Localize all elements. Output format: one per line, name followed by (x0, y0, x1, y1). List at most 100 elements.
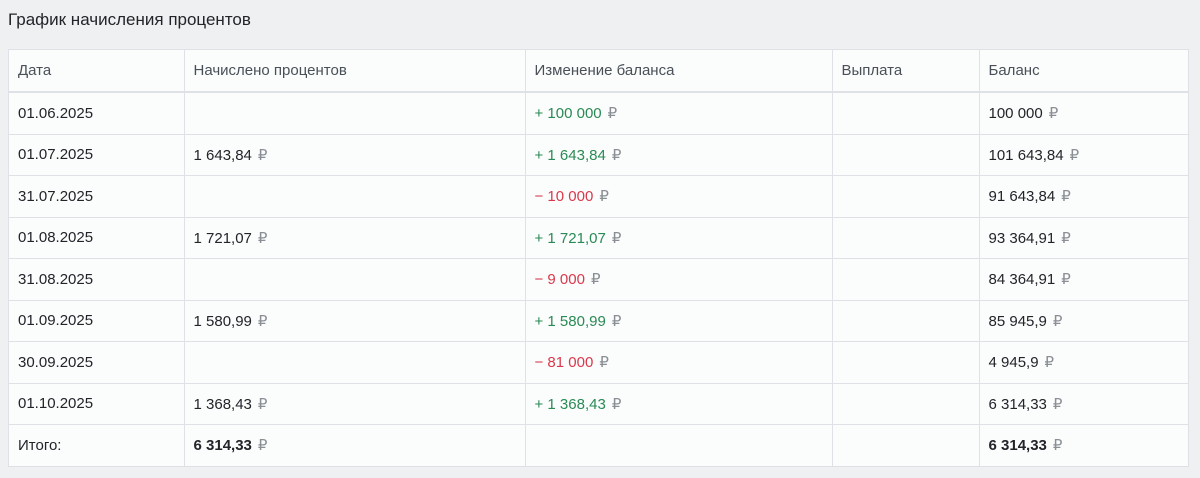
totals-interest-value: 6 314,33 (193, 437, 252, 455)
table-row: 30.09.2025 − 81 000 ₽4 945,9 ₽ (9, 341, 1188, 384)
cell-interest: 1 643,84 ₽ (184, 134, 526, 176)
cell-balance: 85 945,9 ₽ (979, 300, 1188, 342)
column-header-payout[interactable]: Выплата (832, 50, 980, 93)
cell-balance-change-value: − 9 000 (534, 271, 585, 289)
cell-interest (184, 175, 526, 218)
totals-row: Итого: 6 314,33 ₽6 314,33 ₽ (9, 424, 1188, 466)
ruble-icon: ₽ (1052, 395, 1063, 413)
column-header-balance[interactable]: Баланс (979, 50, 1188, 93)
cell-date: 01.09.2025 (9, 300, 185, 342)
cell-interest (184, 92, 526, 135)
cell-balance-change: − 9 000 ₽ (525, 258, 833, 301)
cell-balance-value: 93 364,91 (988, 229, 1056, 247)
page-title: График начисления процентов (8, 10, 251, 29)
table-row: 01.09.2025 1 580,99 ₽ + 1 580,99 ₽85 945,9 ₽ (9, 300, 1188, 342)
cell-balance-change-value: + 1 643,84 (534, 146, 606, 164)
cell-balance-change: + 100 000 ₽ (525, 92, 833, 135)
totals-interest: 6 314,33 ₽ (184, 424, 526, 466)
interest-schedule-table: Дата Начислено процентов Изменение балан… (9, 50, 1188, 466)
cell-date: 31.07.2025 (9, 175, 185, 218)
totals-label: Итого: (9, 424, 185, 466)
table-header: Дата Начислено процентов Изменение балан… (9, 50, 1188, 93)
ruble-icon: ₽ (611, 146, 622, 164)
cell-balance-change-value: − 10 000 (534, 188, 594, 206)
column-header-date[interactable]: Дата (9, 50, 185, 93)
cell-interest: 1 721,07 ₽ (184, 217, 526, 259)
cell-payout (832, 217, 980, 259)
ruble-icon: ₽ (257, 146, 268, 164)
cell-date-value: 01.10.2025 (18, 395, 94, 413)
table-row: 01.07.2025 1 643,84 ₽ + 1 643,84 ₽101 643,84… (9, 134, 1188, 176)
table-row: 01.06.2025 + 100 000 ₽100 000 ₽ (9, 92, 1188, 135)
cell-payout (832, 341, 980, 384)
cell-balance-change: − 81 000 ₽ (525, 341, 833, 384)
interest-schedule-table-container: Дата Начислено процентов Изменение балан… (8, 49, 1189, 467)
cell-interest (184, 341, 526, 384)
cell-payout (832, 383, 980, 425)
cell-balance-value: 101 643,84 (988, 146, 1064, 164)
cell-balance-change: + 1 721,07 ₽ (525, 217, 833, 259)
table-row: 01.08.2025 1 721,07 ₽ + 1 721,07 ₽ 93 364,91 ₽ (9, 217, 1188, 259)
cell-date: 01.06.2025 (9, 92, 185, 135)
cell-balance-change-value: + 100 000 (534, 105, 602, 123)
ruble-icon: ₽ (1044, 354, 1055, 372)
cell-interest: 1 368,43 ₽ (184, 383, 526, 425)
cell-balance-change: + 1 368,43 ₽ (525, 383, 833, 425)
cell-date-value: 31.08.2025 (18, 270, 94, 288)
cell-date: 01.08.2025 (9, 217, 185, 259)
ruble-icon: ₽ (1061, 271, 1071, 289)
ruble-icon: ₽ (611, 312, 622, 330)
cell-date: 31.08.2025 (9, 258, 185, 301)
header-row: Дата Начислено процентов Изменение балан… (9, 50, 1188, 93)
cell-date-value: 01.08.2025 (18, 229, 94, 247)
cell-interest: 1 580,99 ₽ (184, 300, 526, 342)
table-body: 01.06.2025 + 100 000 ₽100 000 ₽01.07.2025 1 … (9, 92, 1188, 466)
cell-interest-value: 1 368,43 (193, 395, 252, 413)
ruble-icon: ₽ (257, 395, 268, 413)
cell-date-value: 01.06.2025 (18, 104, 94, 122)
cell-interest-value: 1 643,84 (193, 146, 252, 164)
column-header-balance-change[interactable]: Изменение баланса (525, 50, 833, 93)
totals-balance: 6 314,33 ₽ (979, 425, 1188, 466)
ruble-icon: ₽ (607, 105, 618, 123)
cell-balance: 93 364,91 ₽ (979, 217, 1188, 259)
ruble-icon: ₽ (599, 354, 609, 372)
cell-date: 01.10.2025 (9, 383, 185, 425)
totals-balance-value: 6 314,33 (988, 437, 1047, 455)
cell-payout (832, 300, 980, 342)
cell-balance: 84 364,91 ₽ (979, 258, 1188, 301)
table-row: 31.08.2025 − 9 000 ₽84 364,91 ₽ (9, 258, 1188, 301)
ruble-icon: ₽ (1048, 105, 1059, 123)
ruble-icon: ₽ (1052, 312, 1063, 330)
cell-payout (832, 258, 980, 301)
cell-payout (832, 134, 980, 176)
cell-balance: 100 000 ₽ (979, 92, 1188, 135)
ruble-icon: ₽ (257, 437, 268, 455)
cell-balance-value: 6 314,33 (988, 395, 1047, 413)
ruble-icon: ₽ (257, 229, 268, 247)
totals-label-value: Итого: (18, 436, 62, 454)
ruble-icon: ₽ (1061, 229, 1071, 247)
ruble-icon: ₽ (611, 395, 622, 413)
cell-interest (184, 258, 526, 301)
cell-balance-change-value: + 1 368,43 (534, 395, 606, 413)
cell-balance-change-value: + 1 580,99 (534, 312, 606, 330)
cell-balance-value: 4 945,9 (988, 354, 1039, 372)
cell-balance-value: 85 945,9 (988, 312, 1047, 330)
ruble-icon: ₽ (1052, 437, 1063, 455)
cell-balance-change: + 1 580,99 ₽ (525, 300, 833, 342)
cell-payout (832, 175, 980, 218)
cell-balance: 91 643,84 ₽ (979, 175, 1188, 218)
cell-balance-change-value: − 81 000 (534, 354, 594, 372)
totals-balance-change (525, 424, 833, 466)
ruble-icon: ₽ (590, 271, 601, 289)
table-row: 31.07.2025 − 10 000 ₽91 643,84 ₽ (9, 175, 1188, 218)
cell-balance-value: 100 000 (988, 105, 1043, 123)
cell-balance-value: 91 643,84 (988, 188, 1056, 206)
ruble-icon: ₽ (1061, 188, 1071, 206)
cell-date-value: 31.07.2025 (18, 187, 94, 205)
column-header-interest[interactable]: Начислено процентов (184, 50, 526, 93)
cell-balance-change: + 1 643,84 ₽ (525, 134, 833, 176)
cell-date-value: 01.09.2025 (18, 312, 94, 330)
totals-payout (832, 424, 980, 466)
